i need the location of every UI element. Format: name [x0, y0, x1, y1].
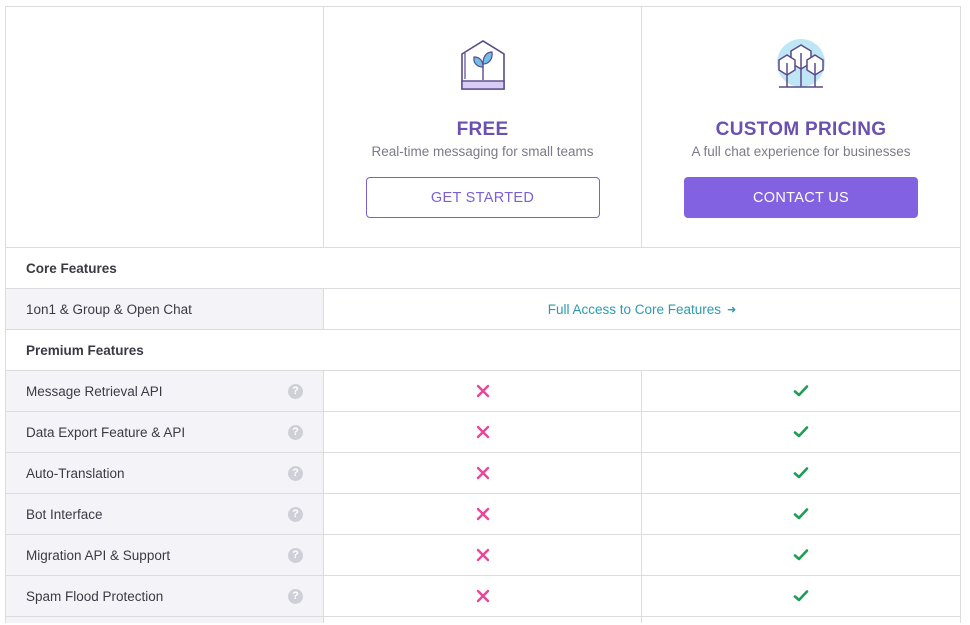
- check-icon: [793, 426, 809, 438]
- plan-free-subtitle: Real-time messaging for small teams: [371, 144, 594, 159]
- feature-name: Data Export Feature & API: [26, 424, 186, 440]
- free-plan-availability: [323, 535, 641, 575]
- core-feature-name-cell: 1on1 & Group & Open Chat: [5, 289, 323, 329]
- free-plan-availability: [323, 412, 641, 452]
- custom-plan-availability: [641, 412, 961, 452]
- help-icon[interactable]: ?: [288, 547, 303, 563]
- table-bottom-spacer: [5, 617, 961, 623]
- plan-custom-subtitle: A full chat experience for businesses: [691, 144, 911, 159]
- cross-icon: [476, 507, 489, 521]
- help-icon[interactable]: ?: [288, 588, 303, 604]
- feature-name: Bot Interface: [26, 506, 103, 522]
- feature-name-cell: Migration API & Support ?: [5, 535, 323, 575]
- feature-row: Message Retrieval API ?: [5, 371, 961, 412]
- feature-row: Spam Flood Protection ?: [5, 576, 961, 617]
- header-empty-cell: [5, 7, 323, 247]
- plan-custom-title: CUSTOM PRICING: [715, 119, 887, 140]
- feature-row: Bot Interface ?: [5, 494, 961, 535]
- cross-icon: [476, 466, 489, 480]
- feature-row: Data Export Feature & API ?: [5, 412, 961, 453]
- free-plan-availability: [323, 453, 641, 493]
- full-access-link-text: Full Access to Core Features: [547, 301, 722, 317]
- feature-row: Migration API & Support ?: [5, 535, 961, 576]
- custom-plan-availability: [641, 453, 961, 493]
- greenhouse-plant-icon: [460, 40, 505, 90]
- core-features-heading: Core Features: [5, 248, 961, 288]
- full-access-core-features-link[interactable]: Full Access to Core Features ➜: [548, 302, 737, 317]
- feature-name-cell: Message Retrieval API ?: [5, 371, 323, 411]
- custom-plan-availability: [641, 535, 961, 575]
- feature-name-cell: Spam Flood Protection ?: [5, 576, 323, 616]
- pricing-table: FREE Real-time messaging for small teams…: [5, 6, 961, 623]
- trees-icon: [777, 39, 825, 88]
- feature-name-cell: Bot Interface ?: [5, 494, 323, 534]
- feature-row: Auto-Translation ?: [5, 453, 961, 494]
- feature-name-cell: Data Export Feature & API ?: [5, 412, 323, 452]
- help-icon[interactable]: ?: [288, 465, 303, 481]
- check-icon: [793, 508, 809, 520]
- plan-free: FREE Real-time messaging for small teams…: [323, 7, 641, 247]
- feature-name-cell: Auto-Translation ?: [5, 453, 323, 493]
- help-icon[interactable]: ?: [288, 383, 303, 399]
- check-icon: [793, 590, 809, 602]
- custom-plan-availability: [641, 494, 961, 534]
- cross-icon: [476, 384, 489, 398]
- feature-name: Migration API & Support: [26, 547, 171, 563]
- cross-icon: [476, 589, 489, 603]
- help-icon[interactable]: ?: [288, 506, 303, 522]
- feature-name: Spam Flood Protection: [26, 588, 164, 604]
- custom-plan-availability: [641, 371, 961, 411]
- free-plan-availability: [323, 494, 641, 534]
- core-feature-access-cell: Full Access to Core Features ➜: [323, 289, 961, 329]
- premium-features-section-row: Premium Features: [5, 330, 961, 371]
- feature-name: Auto-Translation: [26, 465, 125, 481]
- feature-name: Message Retrieval API: [26, 383, 163, 399]
- core-feature-name: 1on1 & Group & Open Chat: [26, 301, 192, 317]
- check-icon: [793, 467, 809, 479]
- custom-plan-availability: [641, 576, 961, 616]
- check-icon: [793, 385, 809, 397]
- cross-icon: [476, 425, 489, 439]
- premium-feature-list: Message Retrieval API ? Data Export Feat…: [5, 371, 961, 617]
- core-feature-row: 1on1 & Group & Open Chat Full Access to …: [5, 289, 961, 330]
- arrow-right-icon: ➜: [727, 303, 737, 316]
- plan-custom: CUSTOM PRICING A full chat experience fo…: [641, 7, 961, 247]
- check-icon: [793, 549, 809, 561]
- core-features-section-row: Core Features: [5, 248, 961, 289]
- contact-us-button[interactable]: CONTACT US: [684, 177, 918, 218]
- premium-features-heading: Premium Features: [5, 330, 961, 370]
- plan-free-title: FREE: [456, 119, 509, 140]
- get-started-button[interactable]: GET STARTED: [365, 177, 600, 218]
- free-plan-availability: [323, 371, 641, 411]
- plans-header-row: FREE Real-time messaging for small teams…: [5, 6, 961, 248]
- help-icon[interactable]: ?: [288, 424, 303, 440]
- cross-icon: [476, 548, 489, 562]
- free-plan-availability: [323, 576, 641, 616]
